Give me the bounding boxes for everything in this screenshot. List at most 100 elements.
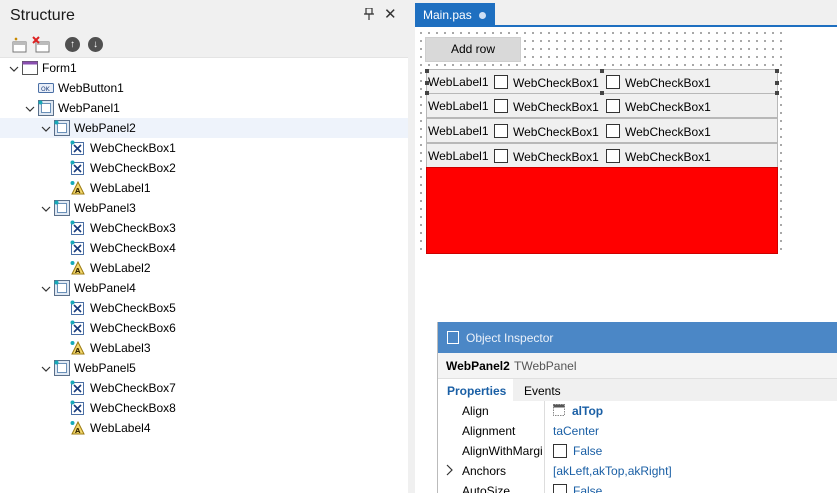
property-row-alignment[interactable]: Alignment taCenter: [438, 421, 837, 441]
web-checkbox-label: WebCheckBox1: [625, 76, 711, 90]
chevron-down-icon[interactable]: [41, 283, 51, 293]
property-value: False: [573, 484, 603, 493]
tree-node-weblabel1[interactable]: A WebLabel1: [0, 178, 408, 198]
tree-node-label: Form1: [42, 61, 77, 75]
web-label[interactable]: WebLabel1: [428, 75, 489, 89]
property-row-autosize[interactable]: AutoSize False: [438, 481, 837, 493]
add-row-button[interactable]: Add row: [425, 37, 521, 62]
web-checkbox[interactable]: [606, 124, 620, 138]
tree-node-label: WebPanel5: [74, 361, 136, 375]
tree-node-weblabel3[interactable]: A WebLabel3: [0, 338, 408, 358]
web-checkbox[interactable]: [494, 124, 508, 138]
tree-node-webcheckbox1[interactable]: WebCheckBox1: [0, 138, 408, 158]
panel-icon: [38, 100, 54, 116]
tree-node-webcheckbox8[interactable]: WebCheckBox8: [0, 398, 408, 418]
move-down-button[interactable]: ↓: [88, 37, 103, 52]
resize-handle[interactable]: [425, 69, 429, 73]
web-panel-row[interactable]: WebLabel1 WebCheckBox1 WebCheckBox1: [426, 143, 778, 168]
property-row-anchors[interactable]: Anchors [akLeft,akTop,akRight]: [438, 461, 837, 481]
property-checkbox[interactable]: [553, 444, 567, 458]
tree-node-webcheckbox2[interactable]: WebCheckBox2: [0, 158, 408, 178]
checkbox-icon: [70, 220, 86, 236]
tree-node-webcheckbox6[interactable]: WebCheckBox6: [0, 318, 408, 338]
inspector-caption[interactable]: Object Inspector: [438, 322, 837, 353]
delete-item-icon[interactable]: [32, 36, 50, 54]
structure-header: Structure ✕: [0, 0, 408, 32]
resize-handle[interactable]: [600, 91, 604, 95]
chevron-down-icon[interactable]: [41, 363, 51, 373]
property-value: taCenter: [553, 424, 600, 438]
chevron-down-icon[interactable]: [41, 123, 51, 133]
checkbox-icon: [70, 300, 86, 316]
tree-node-label: WebLabel1: [90, 181, 151, 195]
resize-handle[interactable]: [775, 81, 779, 85]
tree-node-webcheckbox4[interactable]: WebCheckBox4: [0, 238, 408, 258]
web-checkbox-label: WebCheckBox1: [513, 150, 599, 164]
tree-node-label: WebCheckBox6: [90, 321, 176, 335]
resize-handle[interactable]: [600, 69, 604, 73]
web-label[interactable]: WebLabel1: [428, 124, 489, 138]
chevron-right-icon[interactable]: [446, 464, 454, 479]
property-row-align[interactable]: Align alTop: [438, 401, 837, 421]
resize-handle[interactable]: [775, 91, 779, 95]
web-checkbox-label: WebCheckBox1: [625, 150, 711, 164]
chevron-down-icon[interactable]: [25, 103, 35, 113]
inspector-object-selector[interactable]: WebPanel2 TWebPanel: [438, 353, 837, 379]
web-checkbox[interactable]: [494, 99, 508, 113]
property-row-alignwithmargins[interactable]: AlignWithMargins False: [438, 441, 837, 461]
resize-handle[interactable]: [775, 69, 779, 73]
design-form-canvas[interactable]: Add row WebLabel1 WebCheckBox1 WebCheckB…: [415, 27, 787, 255]
chevron-down-icon[interactable]: [9, 63, 19, 73]
tree-node-webpanel5[interactable]: WebPanel5: [0, 358, 408, 378]
tree-node-webbutton1[interactable]: OK WebButton1: [0, 78, 408, 98]
resize-handle[interactable]: [425, 91, 429, 95]
tree-node-webcheckbox5[interactable]: WebCheckBox5: [0, 298, 408, 318]
web-label[interactable]: WebLabel1: [428, 149, 489, 163]
checkbox-icon: [70, 320, 86, 336]
label-icon: A: [70, 260, 86, 276]
red-panel[interactable]: [426, 167, 778, 254]
web-checkbox[interactable]: [606, 75, 620, 89]
tree-node-label: WebPanel3: [74, 201, 136, 215]
checkbox-icon: [70, 160, 86, 176]
tree-node-webpanel4[interactable]: WebPanel4: [0, 278, 408, 298]
web-panel-row[interactable]: WebLabel1 WebCheckBox1 WebCheckBox1: [426, 118, 778, 143]
tree-node-form1[interactable]: Form1: [0, 58, 408, 78]
label-icon: A: [70, 340, 86, 356]
pin-icon[interactable]: [364, 7, 374, 23]
tree-node-weblabel2[interactable]: A WebLabel2: [0, 258, 408, 278]
web-label[interactable]: WebLabel1: [428, 99, 489, 113]
tab-events[interactable]: Events: [524, 384, 561, 398]
new-item-icon[interactable]: [11, 36, 29, 54]
web-checkbox[interactable]: [606, 99, 620, 113]
web-checkbox[interactable]: [494, 75, 508, 89]
web-checkbox[interactable]: [606, 149, 620, 163]
tree-node-webpanel1[interactable]: WebPanel1: [0, 98, 408, 118]
svg-text:A: A: [75, 427, 81, 435]
structure-panel: Structure ✕ ↑ ↓ Form1 OK WebButton1 WebP…: [0, 0, 408, 493]
move-up-button[interactable]: ↑: [65, 37, 80, 52]
property-value: False: [573, 444, 603, 458]
web-panel-row[interactable]: WebLabel1 WebCheckBox1 WebCheckBox1: [426, 93, 778, 118]
tab-main-pas[interactable]: Main.pas: [415, 3, 495, 27]
resize-handle[interactable]: [425, 81, 429, 85]
tree-node-webpanel2[interactable]: WebPanel2: [0, 118, 408, 138]
tree-node-webcheckbox7[interactable]: WebCheckBox7: [0, 378, 408, 398]
editor-tab-bar: Main.pas: [415, 0, 837, 27]
tree-node-webcheckbox3[interactable]: WebCheckBox3: [0, 218, 408, 238]
checkbox-icon: [70, 140, 86, 156]
property-checkbox[interactable]: [553, 484, 567, 493]
tab-properties[interactable]: Properties: [438, 379, 513, 401]
close-icon[interactable]: ✕: [384, 5, 397, 23]
object-inspector: Object Inspector WebPanel2 TWebPanel Pro…: [437, 322, 837, 493]
web-checkbox[interactable]: [494, 149, 508, 163]
tree-node-webpanel3[interactable]: WebPanel3: [0, 198, 408, 218]
property-value: [akLeft,akTop,akRight]: [553, 464, 672, 478]
panel-splitter[interactable]: [408, 0, 415, 493]
modified-dot-icon[interactable]: [479, 12, 486, 19]
tree-node-label: WebPanel4: [74, 281, 136, 295]
property-separator: [544, 421, 545, 441]
tree-node-label: WebCheckBox2: [90, 161, 176, 175]
tree-node-weblabel4[interactable]: A WebLabel4: [0, 418, 408, 438]
chevron-down-icon[interactable]: [41, 203, 51, 213]
